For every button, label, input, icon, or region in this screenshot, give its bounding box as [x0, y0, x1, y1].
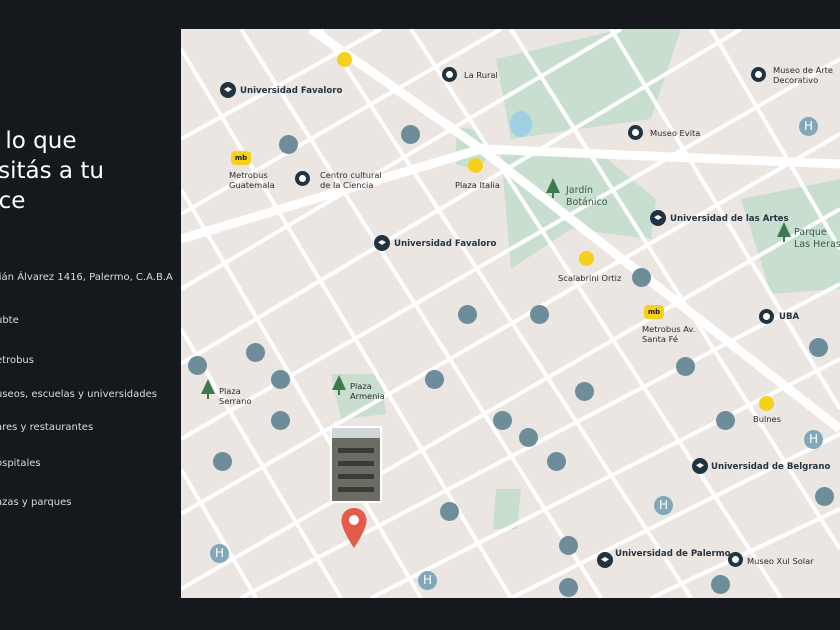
fork-knife-icon[interactable] [575, 382, 594, 401]
legend-parks[interactable]: azas y parques [0, 497, 71, 508]
label-universidad-artes: Universidad de las Artes [670, 214, 789, 224]
graduation-cap-icon[interactable] [597, 552, 613, 568]
museum-icon[interactable] [442, 67, 457, 82]
fork-knife-icon[interactable] [213, 452, 232, 471]
label-scalabrini-ortiz: Scalabrini Ortiz [558, 273, 622, 283]
water-lake [510, 111, 532, 137]
label-bulnes: Bulnes [753, 414, 781, 424]
museum-icon[interactable] [295, 171, 310, 186]
property-photo[interactable] [330, 426, 382, 503]
legend-metrobus[interactable]: etrobus [0, 355, 34, 366]
fork-knife-icon[interactable] [493, 411, 512, 430]
location-pin-icon[interactable] [340, 507, 368, 549]
label-jardin-botanico: Jardín Botánico [566, 185, 608, 208]
headline-line-2: esitás a tu [0, 158, 104, 184]
label-parque-las-heras: Parque Las Heras [794, 227, 840, 250]
fork-knife-icon[interactable] [815, 487, 834, 506]
label-universidad-favaloro-top: Universidad Favaloro [240, 86, 343, 96]
label-metrobus-guatemala: Metrobus Guatemala [229, 170, 275, 190]
label-universidad-palermo: Universidad de Palermo [615, 549, 731, 559]
fork-knife-icon[interactable] [458, 305, 477, 324]
fork-knife-icon[interactable] [530, 305, 549, 324]
headline-line-3: nce [0, 188, 26, 214]
hospital-icon[interactable]: H [654, 496, 673, 515]
graduation-cap-icon[interactable] [220, 82, 236, 98]
headline-line-1: o lo que [0, 128, 77, 154]
museum-icon[interactable] [759, 309, 774, 324]
tree-icon [546, 178, 560, 198]
subte-icon[interactable] [337, 52, 352, 67]
label-museo-arte-decorativo: Museo de Arte Decorativo [773, 65, 834, 85]
fork-knife-icon[interactable] [809, 338, 828, 357]
fork-knife-icon[interactable] [425, 370, 444, 389]
fork-knife-icon[interactable] [547, 452, 566, 471]
label-universidad-favaloro-mid: Universidad Favaloro [394, 239, 497, 249]
label-plaza-serrano: Plaza Serrano [219, 386, 252, 406]
hospital-icon[interactable]: H [210, 544, 229, 563]
fork-knife-icon[interactable] [711, 575, 730, 594]
museum-icon[interactable] [628, 125, 643, 140]
label-la-rural: La Rural [464, 70, 498, 80]
fork-knife-icon[interactable] [271, 411, 290, 430]
hospital-icon[interactable]: H [804, 430, 823, 449]
label-metrobus-santa-fe: Metrobus Av. Santa Fé [642, 324, 696, 344]
metrobus-icon[interactable]: mb [644, 305, 664, 319]
neighborhood-map[interactable]: H H H H H mb mb Universidad Favaloro La … [181, 29, 840, 598]
info-panel: o lo que esitás a tu nce lián Álvarez 14… [0, 0, 181, 630]
headline: o lo que esitás a tu nce [0, 126, 181, 216]
graduation-cap-icon[interactable] [650, 210, 666, 226]
label-museo-xul-solar: Museo Xul Solar [747, 556, 814, 566]
graduation-cap-icon[interactable] [374, 235, 390, 251]
fork-knife-icon[interactable] [188, 356, 207, 375]
label-universidad-belgrano: Universidad de Belgrano [711, 462, 831, 472]
tree-icon [201, 379, 215, 399]
metrobus-icon[interactable]: mb [231, 151, 251, 165]
fork-knife-icon[interactable] [246, 343, 265, 362]
label-museo-evita: Museo Evita [650, 128, 701, 138]
label-uba: UBA [779, 312, 800, 322]
fork-knife-icon[interactable] [519, 428, 538, 447]
museum-icon[interactable] [751, 67, 766, 82]
fork-knife-icon[interactable] [559, 578, 578, 597]
tree-icon [777, 222, 791, 242]
fork-knife-icon[interactable] [676, 357, 695, 376]
fork-knife-icon[interactable] [279, 135, 298, 154]
legend-museums[interactable]: useos, escuelas y universidades [0, 389, 157, 400]
fork-knife-icon[interactable] [559, 536, 578, 555]
hospital-icon[interactable]: H [799, 117, 818, 136]
street-grid [181, 29, 840, 598]
label-centro-cultural: Centro cultural de la Ciencia [320, 170, 382, 190]
subte-icon[interactable] [759, 396, 774, 411]
graduation-cap-icon[interactable] [692, 458, 708, 474]
fork-knife-icon[interactable] [716, 411, 735, 430]
label-plaza-italia: Plaza Italia [455, 180, 500, 190]
hospital-icon[interactable]: H [418, 571, 437, 590]
legend-hospitals[interactable]: ospitales [0, 458, 41, 469]
subte-icon[interactable] [579, 251, 594, 266]
fork-knife-icon[interactable] [632, 268, 651, 287]
tree-icon [332, 375, 346, 395]
legend-restaurants[interactable]: ares y restaurantes [0, 422, 93, 433]
label-plaza-armenia: Plaza Armenia [350, 381, 385, 401]
legend-subte[interactable]: ubte [0, 315, 19, 326]
fork-knife-icon[interactable] [271, 370, 290, 389]
subte-icon[interactable] [468, 158, 483, 173]
fork-knife-icon[interactable] [440, 502, 459, 521]
legend-address: lián Álvarez 1416, Palermo, C.A.B.A [0, 272, 173, 283]
fork-knife-icon[interactable] [401, 125, 420, 144]
